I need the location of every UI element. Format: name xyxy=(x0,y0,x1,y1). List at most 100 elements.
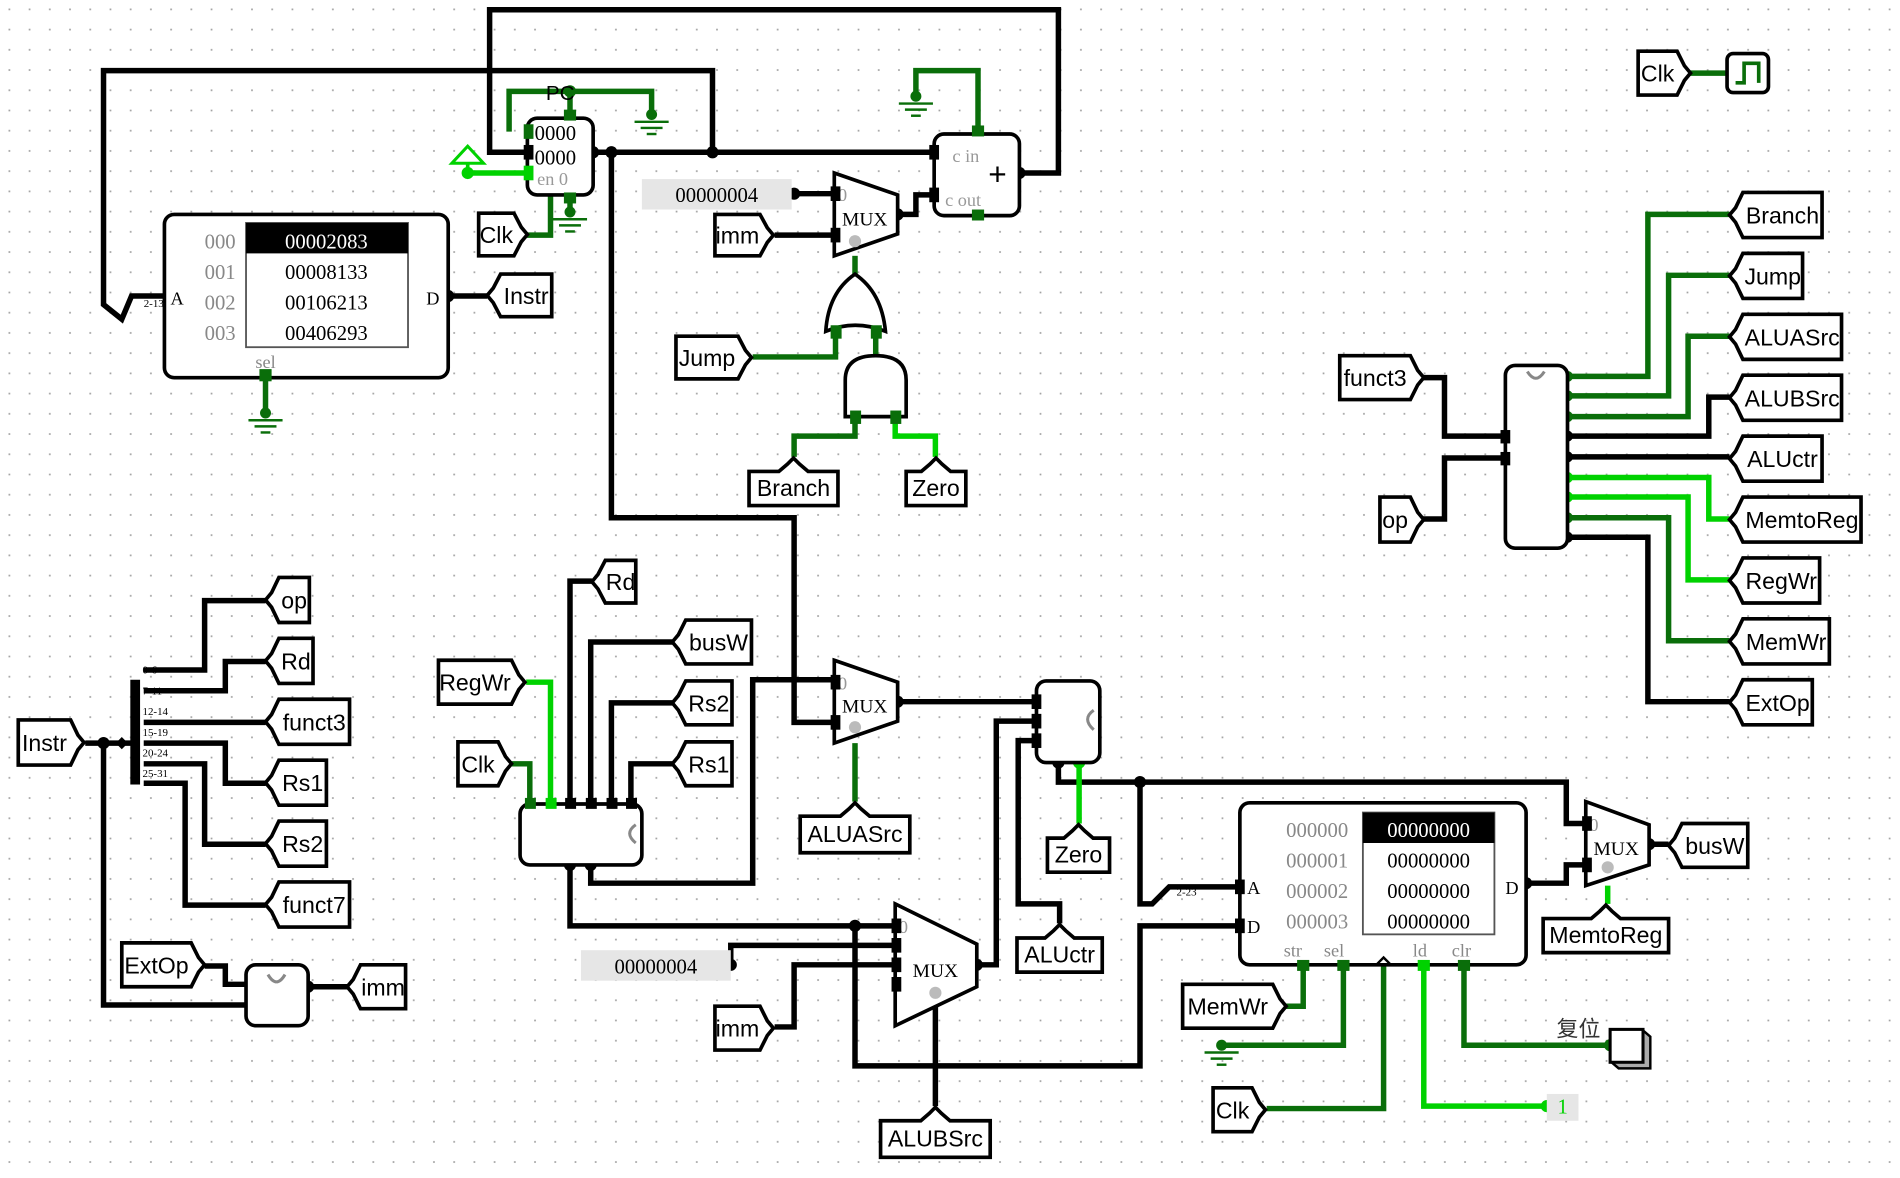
port xyxy=(1235,879,1245,895)
tunnel-label: Clk xyxy=(1641,61,1675,87)
adder-cin-label: c in xyxy=(952,146,979,166)
tunnel-label: RegWr xyxy=(439,670,511,696)
tunnel-label: MemWr xyxy=(1187,994,1268,1020)
clock-body xyxy=(1725,51,1771,95)
port xyxy=(1297,959,1310,971)
ram-split-label: 2-23 xyxy=(1177,886,1198,898)
port xyxy=(971,209,985,221)
tunnel-label: MemtoReg xyxy=(1745,507,1858,533)
tunnel-extop: ExtOp xyxy=(1727,677,1815,727)
port xyxy=(1417,959,1430,971)
port xyxy=(585,797,597,809)
tunnel-label: imm xyxy=(716,223,760,249)
pc-adder: c in c out + xyxy=(929,125,1022,221)
rom-address: 003 xyxy=(205,323,236,345)
ram-pin-label: sel xyxy=(1324,940,1344,960)
tunnel-aluctr: ALUctr xyxy=(1727,434,1824,484)
port xyxy=(1500,451,1511,466)
tunnel-regwr: RegWr xyxy=(1727,556,1822,605)
tunnel-rs2: Rs2 xyxy=(669,679,734,727)
port xyxy=(523,144,534,160)
port xyxy=(1031,713,1042,729)
sign-extender xyxy=(244,962,310,1028)
instruction-rom[interactable]: 000 00002083 001 00008133 002 00106213 003 0040… xyxy=(144,212,451,382)
tunnel-label: Rs1 xyxy=(282,770,323,796)
constant-value: 00000004 xyxy=(675,185,758,207)
tunnel-label: imm xyxy=(716,1016,760,1042)
mux-label: MUX xyxy=(1594,839,1639,860)
constant-pc-increment[interactable]: 00000004 xyxy=(641,179,792,210)
tunnel-label: MemWr xyxy=(1746,629,1827,655)
tunnel-instr: Instr xyxy=(16,718,87,767)
port xyxy=(850,410,862,424)
tunnel-label: Jump xyxy=(679,345,736,371)
junction-dot xyxy=(848,919,862,932)
tunnel-imm: imm xyxy=(713,212,776,258)
tunnel-busw: busW xyxy=(669,618,754,666)
tunnel-label: ALUBSrc xyxy=(1745,385,1840,411)
ram-value: 00000000 xyxy=(1387,881,1470,903)
tunnel-rs1: Rs1 xyxy=(669,740,734,788)
tunnel-label: funct3 xyxy=(283,709,346,735)
tunnel-label: Clk xyxy=(480,222,514,248)
ram-address: 000000 xyxy=(1286,820,1348,842)
ram-pin-label: ld xyxy=(1413,940,1427,960)
splitter-range-label: 25-31 xyxy=(143,768,169,780)
tunnel-memwr: MemWr xyxy=(1180,982,1289,1030)
tunnel-alubsrc: ALUBSrc xyxy=(1727,373,1844,423)
tunnel-label: imm xyxy=(361,974,405,1000)
junction-dot xyxy=(564,206,576,218)
pc-enable-label: en 0 xyxy=(537,169,568,189)
tunnel-label: Instr xyxy=(22,730,67,756)
port xyxy=(971,125,985,137)
tunnel-label: RegWr xyxy=(1745,568,1817,594)
and-gate xyxy=(843,353,908,419)
port xyxy=(891,976,902,992)
circuit-canvas[interactable]: Clk Clk Instr imm Jump Branch Zero Branch Jump AL… xyxy=(0,0,1900,1178)
rom-address: 002 xyxy=(205,292,236,314)
mux-select-indicator xyxy=(848,235,862,248)
port xyxy=(830,715,841,730)
button-face[interactable] xyxy=(1608,1027,1645,1064)
clock-icon[interactable] xyxy=(1725,51,1771,95)
port xyxy=(830,186,841,202)
mux-label: MUX xyxy=(842,209,887,230)
tunnel-label: MemtoReg xyxy=(1549,922,1662,948)
tunnel-label: Clk xyxy=(461,751,495,777)
reset-button-label: 复位 xyxy=(1557,1017,1601,1042)
tunnel-label: ALUASrc xyxy=(1745,324,1840,350)
ram-port-d: D xyxy=(1247,917,1260,937)
ram-port-d-out: D xyxy=(1505,878,1518,898)
tunnel-label: ALUASrc xyxy=(807,821,902,847)
port xyxy=(565,797,577,809)
tunnel-label: ExtOp xyxy=(124,952,188,978)
tunnel-imm: imm xyxy=(344,962,408,1011)
ram-pin-label: clr xyxy=(1452,940,1471,960)
port xyxy=(1582,816,1592,831)
junction-dot xyxy=(706,146,719,159)
tunnel-memwr: MemWr xyxy=(1727,617,1832,666)
tunnel-label: Rs2 xyxy=(282,831,323,857)
port xyxy=(1031,694,1042,709)
port xyxy=(523,165,534,181)
tunnel-extop: ExtOp xyxy=(119,941,207,989)
tunnel-label: Zero xyxy=(912,475,960,501)
tunnel-label: Clk xyxy=(1216,1097,1250,1123)
constant-alub[interactable]: 00000004 xyxy=(580,950,731,981)
ram-value: 00000000 xyxy=(1387,850,1470,872)
splitter-range-label: 0-6 xyxy=(143,665,158,677)
port xyxy=(870,325,882,339)
port xyxy=(1582,857,1592,873)
port xyxy=(890,410,902,424)
tunnel-jump: Jump xyxy=(1727,251,1805,301)
splitter-range-label: 15-19 xyxy=(143,727,169,739)
port xyxy=(523,124,534,139)
port xyxy=(891,957,902,973)
adder-cout-label: c out xyxy=(945,190,981,210)
constant-ram-ld[interactable]: 1 xyxy=(1546,1093,1579,1121)
ram-address: 000003 xyxy=(1286,911,1348,933)
rom-split-label: 2-13 xyxy=(144,298,165,310)
port xyxy=(929,187,940,203)
port xyxy=(830,227,841,243)
junction-dot xyxy=(97,737,110,750)
